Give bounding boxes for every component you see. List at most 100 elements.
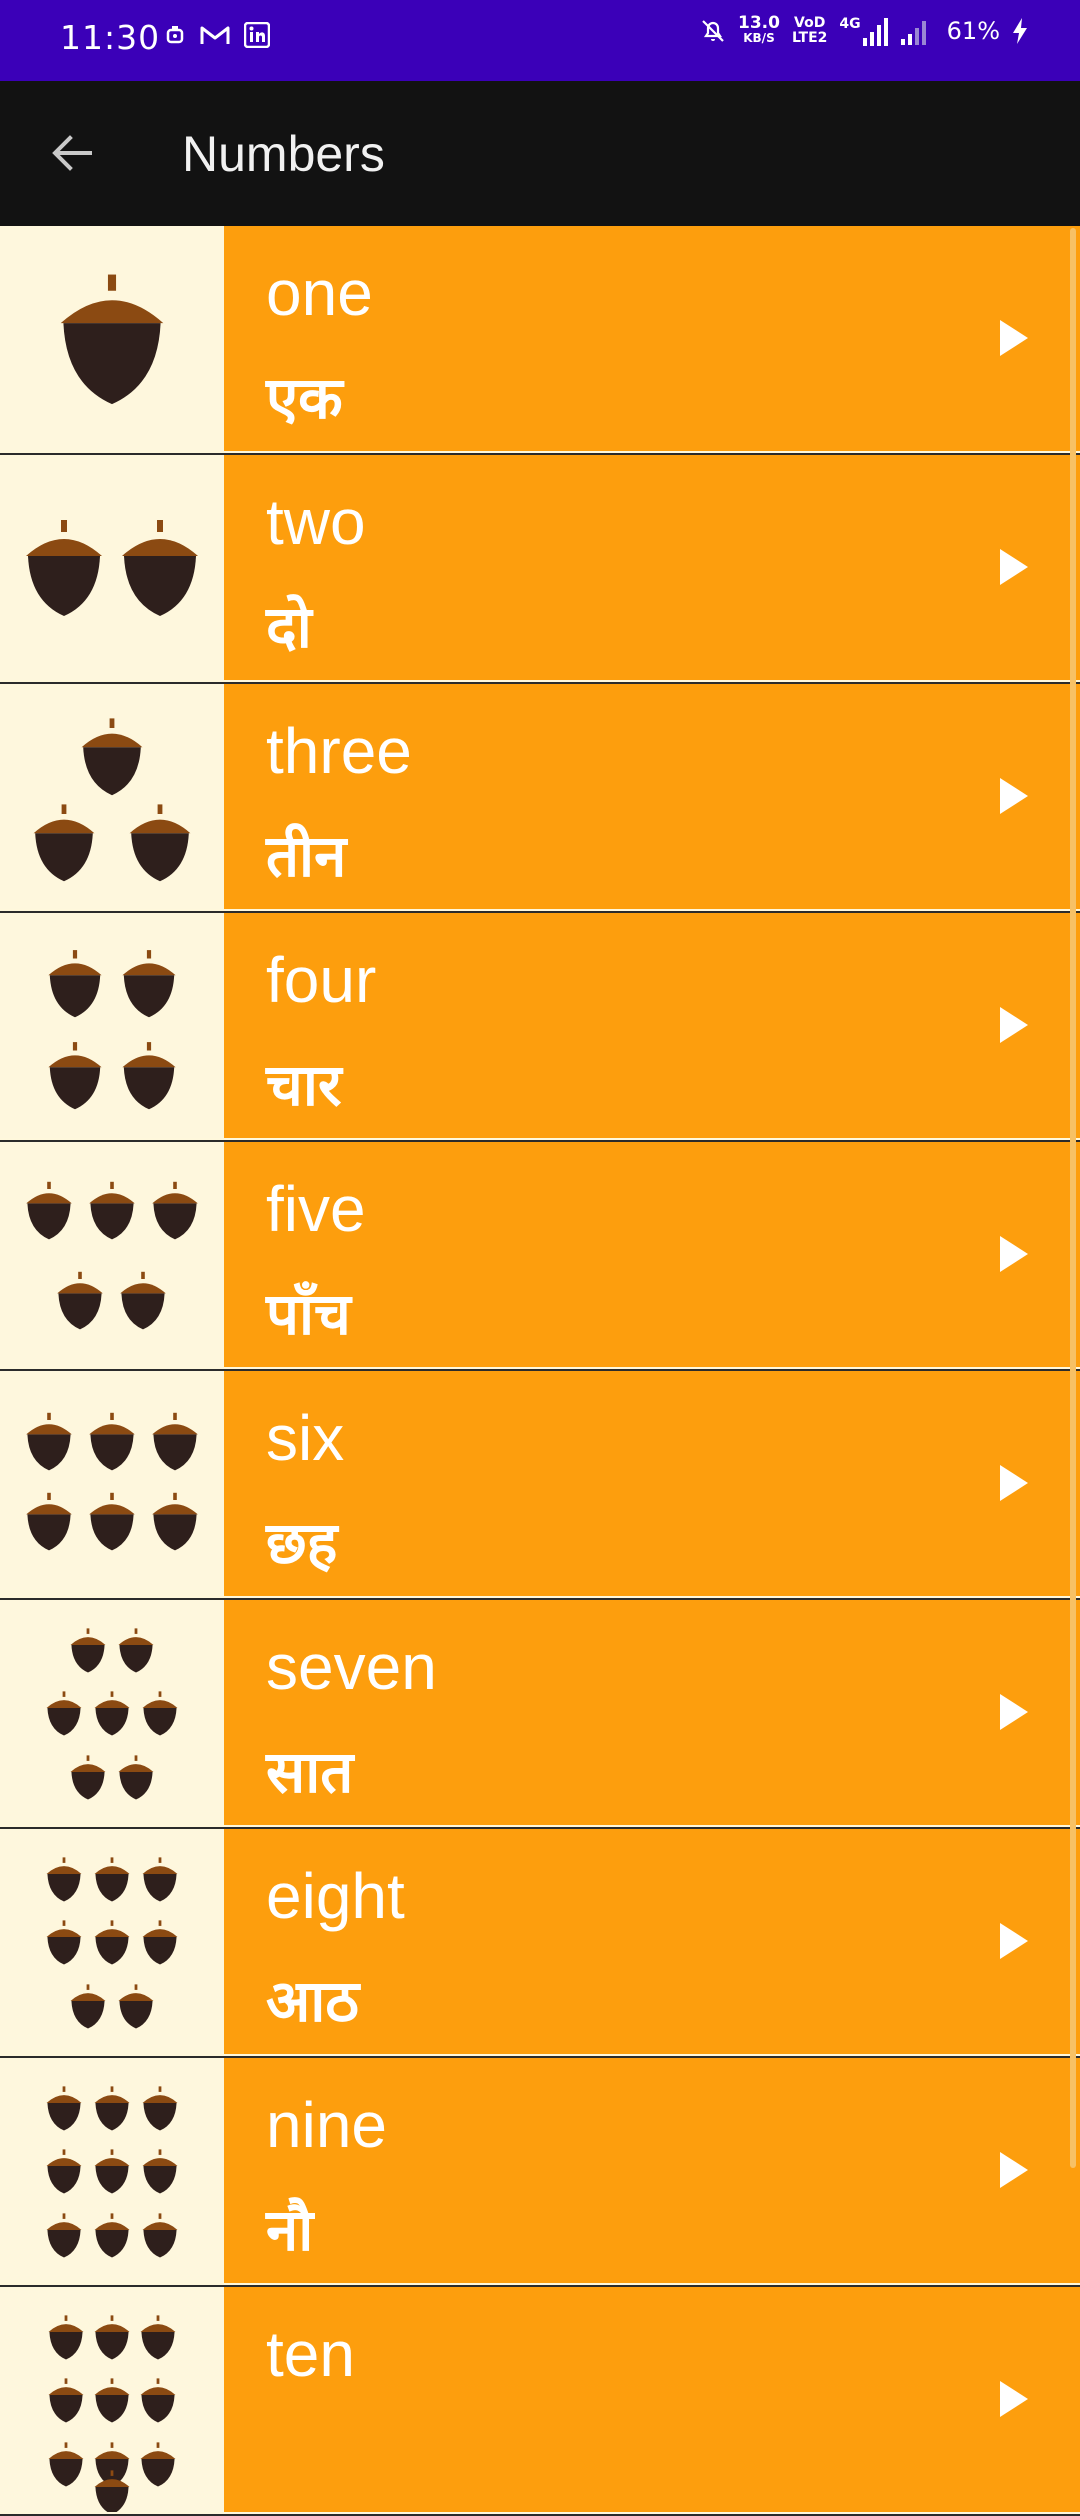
acorn-count-image [26, 1412, 198, 1551]
acorn-icon [152, 1412, 198, 1471]
play-icon[interactable] [998, 1234, 1030, 1274]
acorn-icon [48, 950, 102, 1018]
number-row[interactable]: two दो [224, 455, 1080, 680]
count-image [0, 1600, 224, 1825]
acorn-icon [89, 1492, 135, 1551]
volte-indicator: VoD LTE2 [792, 16, 827, 46]
acorn-icon [129, 804, 191, 882]
list-item: ten [0, 2287, 1080, 2514]
play-icon[interactable] [998, 2379, 1030, 2419]
mute-icon [702, 20, 724, 42]
acorn-icon [142, 1857, 178, 1902]
english-word: one [266, 257, 373, 329]
acorn-icon [46, 2213, 82, 2258]
count-image [0, 1829, 224, 2054]
network-4g: 4G [839, 16, 888, 46]
acorn-icon [122, 1042, 176, 1110]
signal-icon [862, 18, 888, 46]
hindi-word: चार [266, 1051, 342, 1119]
arrow-left-icon[interactable] [44, 126, 98, 180]
acorn-icon [94, 2149, 130, 2194]
acorn-count-image [26, 1181, 198, 1330]
acorn-icon [120, 1271, 166, 1330]
list-item: six छह [0, 1371, 1080, 1598]
play-icon[interactable] [998, 1921, 1030, 1961]
list-item: nine नौ [0, 2058, 1080, 2285]
play-icon[interactable] [998, 2150, 1030, 2190]
hindi-word: पाँच [266, 1280, 351, 1348]
charging-icon [1013, 18, 1027, 44]
volte-top: VoD [794, 15, 826, 31]
count-image [0, 2287, 224, 2512]
play-icon[interactable] [998, 547, 1030, 587]
acorn-icon [81, 718, 143, 796]
acorn-icon [70, 1984, 106, 2029]
acorn-icon [142, 2086, 178, 2131]
acorn-icon [48, 2378, 84, 2423]
battery-level: 61% [946, 17, 1000, 45]
acorn-icon [94, 2315, 130, 2360]
hindi-word: तीन [266, 822, 347, 890]
acorn-icon [122, 520, 198, 616]
count-image [0, 1142, 224, 1367]
acorn-icon [26, 520, 102, 616]
number-row[interactable]: five पाँच [224, 1142, 1080, 1367]
count-image [0, 684, 224, 909]
count-image [0, 2058, 224, 2283]
acorn-icon [142, 2149, 178, 2194]
count-image [0, 1371, 224, 1596]
number-row[interactable]: four चार [224, 913, 1080, 1138]
acorn-icon [122, 950, 176, 1018]
acorn-icon [118, 1628, 154, 1673]
net-speed-value: 13.0 [738, 13, 780, 33]
acorn-icon [70, 1628, 106, 1673]
acorn-icon [46, 2086, 82, 2131]
acorn-icon [46, 1691, 82, 1736]
acorn-count-image [33, 718, 191, 882]
play-icon[interactable] [998, 318, 1030, 358]
play-icon[interactable] [998, 1463, 1030, 1503]
count-image [0, 913, 224, 1138]
acorn-icon [46, 1857, 82, 1902]
list-item: seven सात [0, 1600, 1080, 1827]
acorn-icon [94, 2378, 130, 2423]
play-icon[interactable] [998, 776, 1030, 816]
acorn-icon [57, 1271, 103, 1330]
acorn-icon [152, 1492, 198, 1551]
play-icon[interactable] [998, 1692, 1030, 1732]
number-row[interactable]: three तीन [224, 684, 1080, 909]
number-row[interactable]: eight आठ [224, 1829, 1080, 2054]
notification-icons [164, 22, 270, 48]
play-icon[interactable] [998, 1005, 1030, 1045]
english-word: eight [266, 1860, 405, 1932]
list-item: five पाँच [0, 1142, 1080, 1369]
scrollbar[interactable] [1070, 228, 1076, 2168]
numbers-list: one एक two दो three तीन four चार five पा… [0, 226, 1080, 2516]
acorn-icon [140, 2378, 176, 2423]
acorn-icon [26, 1492, 72, 1551]
number-row[interactable]: seven सात [224, 1600, 1080, 1825]
hindi-word: एक [266, 364, 343, 432]
linkedin-icon [244, 22, 270, 48]
hindi-word: नौ [266, 2196, 314, 2264]
number-row[interactable]: six छह [224, 1371, 1080, 1596]
list-item: four चार [0, 913, 1080, 1140]
acorn-icon [94, 2213, 130, 2258]
number-row[interactable]: one एक [224, 226, 1080, 451]
acorn-icon [26, 1181, 72, 1240]
volte-bottom: LTE2 [791, 30, 828, 46]
hindi-word: दो [266, 593, 312, 661]
status-indicators: 13.0 KB/S VoD LTE2 4G 61% [700, 13, 1028, 46]
acorn-icon [140, 2442, 176, 2487]
page-title: Numbers [182, 126, 385, 182]
acorn-icon [142, 1920, 178, 1965]
list-item: three तीन [0, 684, 1080, 911]
acorn-icon [142, 2213, 178, 2258]
number-row[interactable]: nine नौ [224, 2058, 1080, 2283]
number-row[interactable]: ten [224, 2287, 1080, 2512]
acorn-icon [70, 1755, 106, 1800]
acorn-icon [33, 804, 95, 882]
hindi-word: सात [266, 1738, 354, 1806]
list-item: two दो [0, 455, 1080, 682]
acorn-icon [60, 274, 164, 405]
